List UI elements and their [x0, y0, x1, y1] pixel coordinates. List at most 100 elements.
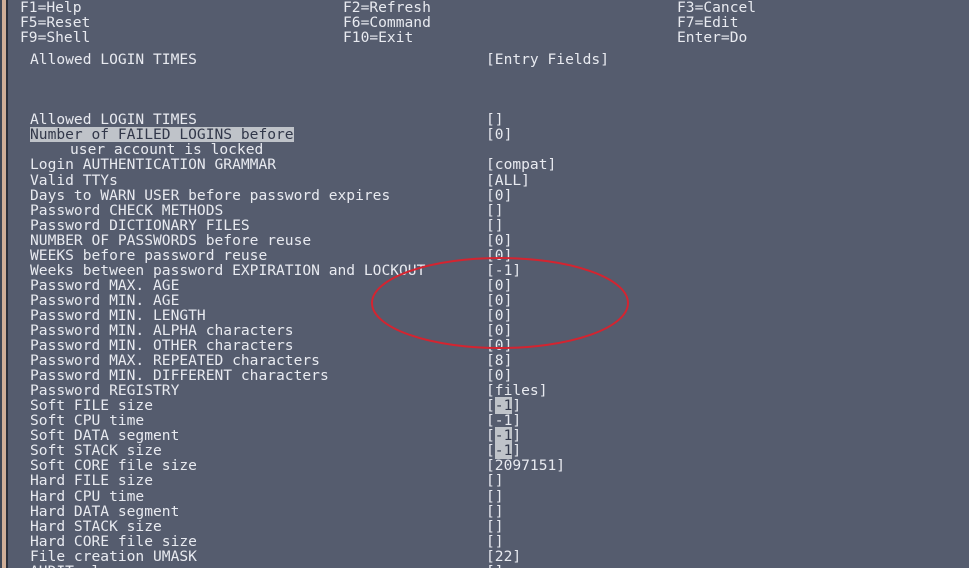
field-label: user account is locked	[70, 141, 264, 159]
field-label: Password MIN. LENGTH	[30, 306, 206, 324]
field-row[interactable]: Valid TTYs [ALL]	[8, 172, 969, 187]
field-row[interactable]: WEEKS before password reuse [0]	[8, 248, 969, 263]
function-key[interactable]: F6=Command	[343, 15, 431, 30]
field-row[interactable]: Soft STACK size [-1]	[8, 442, 969, 460]
field-label: Soft CPU time	[30, 412, 145, 430]
field-label: Allowed LOGIN TIMES	[30, 111, 197, 129]
field-label: Hard DATA segment	[30, 502, 180, 520]
field-label: Password MIN. ALPHA characters	[30, 321, 294, 339]
field-label: Password REGISTRY	[30, 382, 180, 400]
field-label: Hard CORE file size	[30, 532, 197, 550]
field-label: Days to WARN USER before password expire…	[30, 186, 391, 204]
field-row[interactable]: Hard STACK size []	[8, 519, 969, 534]
field-row[interactable]: Login AUTHENTICATION GRAMMAR [compat]	[8, 157, 969, 172]
field-label: Password MIN. AGE	[30, 291, 180, 309]
field-row[interactable]: Weeks between password EXPIRATION and LO…	[8, 263, 969, 278]
field-label: Number of FAILED LOGINS before	[30, 126, 294, 144]
field-value[interactable]: [0]	[486, 278, 512, 293]
field-value[interactable]: [0]	[486, 338, 512, 353]
function-key[interactable]: F5=Reset	[20, 15, 90, 30]
field-label: Hard STACK size	[30, 517, 162, 535]
field-value[interactable]: []	[486, 218, 504, 233]
field-value[interactable]: [22]	[486, 549, 521, 564]
field-label: Soft CORE file size	[30, 457, 197, 475]
field-row[interactable]: Hard CORE file size []	[8, 534, 969, 549]
field-row[interactable]: user account is locked	[8, 142, 969, 157]
field-label: Soft STACK size	[30, 442, 162, 460]
field-value[interactable]: [0]	[486, 308, 512, 323]
field-value[interactable]: []	[486, 203, 504, 218]
function-key-bar: F1=Help F2=Refresh F3=Cancel F5=Reset F6=Com…	[16, 0, 969, 60]
field-value[interactable]: []	[486, 473, 504, 488]
field-label: Password CHECK METHODS	[30, 201, 224, 219]
field-value[interactable]: []	[486, 503, 504, 518]
field-label: NUMBER OF PASSWORDS before reuse	[30, 231, 312, 249]
field-row[interactable]: Allowed LOGIN TIMES []	[8, 112, 969, 127]
field-row[interactable]: Password CHECK METHODS []	[8, 203, 969, 218]
function-key[interactable]: F9=Shell	[20, 30, 90, 45]
field-label: Login AUTHENTICATION GRAMMAR	[30, 156, 277, 174]
function-key[interactable]: F1=Help	[20, 0, 82, 15]
field-row[interactable]: Password DICTIONARY FILES []	[8, 218, 969, 233]
field-value[interactable]: []	[486, 534, 504, 549]
field-row[interactable]: Hard DATA segment []	[8, 502, 969, 520]
field-value[interactable]: [-1]	[486, 427, 521, 445]
field-value[interactable]: [ALL]	[486, 172, 530, 187]
field-list: Allowed LOGIN TIMES[] Number of FAILED LO…	[8, 112, 969, 568]
field-row[interactable]: Soft CPU time [-1]	[8, 413, 969, 428]
field-value[interactable]: [2097151]	[486, 458, 565, 473]
field-row[interactable]: Soft FILE size [-1]	[8, 397, 969, 415]
field-value[interactable]: [0]	[486, 368, 512, 383]
field-value[interactable]: [compat]	[486, 157, 556, 172]
field-row[interactable]: NUMBER OF PASSWORDS before reuse [0]	[8, 233, 969, 248]
field-row[interactable]: Password MIN. OTHER characters [0]	[8, 338, 969, 353]
field-value[interactable]: [0]	[486, 188, 512, 203]
field-row[interactable]: Hard FILE size []	[8, 473, 969, 488]
field-value[interactable]: []	[486, 488, 504, 503]
field-label: Password MIN. DIFFERENT characters	[30, 367, 329, 385]
function-key[interactable]: F10=Exit	[343, 30, 413, 45]
field-row[interactable]: Password REGISTRY [files]	[8, 383, 969, 398]
field-row[interactable]: Days to WARN USER before password expire…	[8, 188, 969, 203]
function-key[interactable]: F2=Refresh	[343, 0, 431, 15]
field-row[interactable]: Password MIN. AGE [0]	[8, 293, 969, 308]
field-row[interactable]: Password MAX. AGE [0]	[8, 278, 969, 293]
field-label: Weeks between password EXPIRATION and LO…	[30, 261, 426, 279]
field-label: Password DICTIONARY FILES	[30, 216, 250, 234]
field-value[interactable]: [-1]	[486, 413, 521, 428]
field-value[interactable]: [0]	[486, 323, 512, 338]
field-row[interactable]: File creation UMASK [22]	[8, 549, 969, 564]
field-row[interactable]: Soft DATA segment [-1]	[8, 427, 969, 445]
field-value[interactable]: [-1]	[486, 397, 521, 415]
field-value[interactable]: [0]	[486, 293, 512, 308]
field-row[interactable]: Password MIN. DIFFERENT characters [0]	[8, 368, 969, 383]
field-value[interactable]: [-1]	[486, 442, 521, 460]
field-row[interactable]: Soft CORE file size [2097151]	[8, 458, 969, 473]
field-label: Soft FILE size	[30, 397, 154, 415]
field-label: Hard FILE size	[30, 472, 154, 490]
field-label: Password MAX. AGE	[30, 276, 180, 294]
field-label: Password MIN. OTHER characters	[30, 337, 294, 355]
field-row[interactable]: AUDIT classes []	[8, 564, 969, 568]
field-row[interactable]: Password MIN. ALPHA characters [0]	[8, 323, 969, 338]
function-key[interactable]: F3=Cancel	[677, 0, 756, 15]
function-key[interactable]: F7=Edit	[677, 15, 739, 30]
field-row[interactable]: Password MAX. REPEATED characters [8]	[8, 353, 969, 368]
field-row[interactable]: Number of FAILED LOGINS before [0]	[8, 127, 969, 142]
terminal-content: Allowed LOGIN TIMES [Entry Fields] Allow…	[8, 0, 969, 568]
field-row[interactable]: Password MIN. LENGTH [0]	[8, 308, 969, 323]
field-value[interactable]: [0]	[486, 233, 512, 248]
field-value[interactable]: [0]	[486, 248, 512, 263]
field-value[interactable]: [-1]	[486, 263, 521, 278]
header-row: Allowed LOGIN TIMES [Entry Fields]	[8, 52, 969, 67]
field-value[interactable]: [files]	[486, 383, 548, 398]
field-label: Soft DATA segment	[30, 427, 180, 445]
field-value[interactable]: [0]	[486, 127, 512, 142]
field-row[interactable]: Hard CPU time []	[8, 488, 969, 503]
function-key[interactable]: Enter=Do	[677, 30, 747, 45]
field-value[interactable]: []	[486, 564, 504, 568]
field-value[interactable]: []	[486, 519, 504, 534]
field-value[interactable]: []	[486, 112, 504, 127]
field-value[interactable]: [8]	[486, 353, 512, 368]
field-label: WEEKS before password reuse	[30, 246, 268, 264]
